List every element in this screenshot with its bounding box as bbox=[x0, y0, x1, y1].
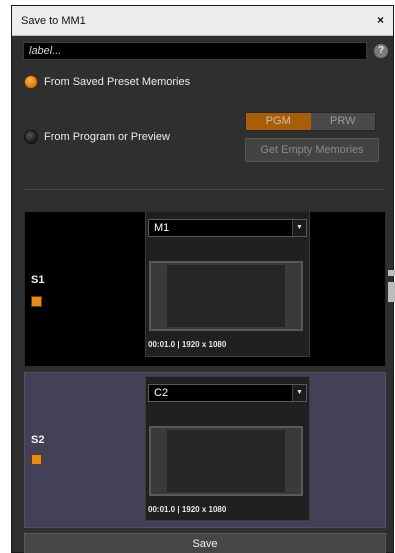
option-program-or-preview[interactable]: From Program or Preview bbox=[24, 130, 170, 144]
label-input[interactable] bbox=[23, 42, 367, 60]
memory-thumbnail bbox=[149, 426, 303, 496]
chevron-down-icon: ▼ bbox=[292, 220, 306, 236]
pgm-button[interactable]: PGM bbox=[246, 113, 311, 130]
slot-name: S2 bbox=[31, 434, 45, 446]
radio-checked-icon[interactable] bbox=[24, 75, 38, 89]
background-edge bbox=[388, 282, 395, 302]
slot-checkbox[interactable] bbox=[31, 454, 42, 465]
slot-name: S1 bbox=[31, 274, 45, 286]
titlebar: Save to MM1 × bbox=[12, 6, 393, 36]
memory-select-value: C2 bbox=[154, 387, 169, 399]
memory-select[interactable]: C2 ▼ bbox=[148, 384, 307, 402]
save-button[interactable]: Save bbox=[24, 533, 386, 553]
memory-info: 00:01.0 | 1920 x 1080 bbox=[148, 505, 227, 514]
slot-s2: S2 C2 ▼ 00:01.0 | 1920 x 1080 bbox=[24, 372, 386, 528]
close-icon[interactable]: × bbox=[377, 13, 384, 27]
save-to-mm-dialog: Save to MM1 × ? From Saved Preset Memori… bbox=[11, 5, 394, 553]
section-divider bbox=[24, 189, 385, 190]
memory-select-value: M1 bbox=[154, 222, 170, 234]
option-label: From Saved Preset Memories bbox=[44, 76, 191, 88]
help-icon[interactable]: ? bbox=[374, 44, 388, 58]
memory-panel: C2 ▼ 00:01.0 | 1920 x 1080 bbox=[145, 376, 310, 521]
dialog-title: Save to MM1 bbox=[21, 15, 86, 27]
memory-info: 00:01.0 | 1920 x 1080 bbox=[148, 340, 227, 349]
slot-s1: S1 M1 ▼ 00:01.0 | 1920 x 1080 bbox=[24, 211, 386, 367]
slot-checkbox[interactable] bbox=[31, 296, 42, 307]
memory-select[interactable]: M1 ▼ bbox=[148, 219, 307, 237]
memory-thumbnail bbox=[149, 261, 303, 331]
memory-panel: M1 ▼ 00:01.0 | 1920 x 1080 bbox=[145, 212, 310, 357]
option-label: From Program or Preview bbox=[44, 131, 170, 143]
prw-button[interactable]: PRW bbox=[310, 113, 375, 130]
option-saved-preset-memories[interactable]: From Saved Preset Memories bbox=[24, 75, 190, 89]
chevron-down-icon: ▼ bbox=[292, 385, 306, 401]
get-empty-memories-button[interactable]: Get Empty Memories bbox=[245, 138, 379, 162]
pgm-prw-toggle: PGM PRW bbox=[245, 112, 376, 131]
thumbnail-frame bbox=[167, 265, 285, 327]
radio-unchecked-icon[interactable] bbox=[24, 130, 38, 144]
background-edge bbox=[388, 270, 395, 276]
thumbnail-frame bbox=[167, 430, 285, 492]
